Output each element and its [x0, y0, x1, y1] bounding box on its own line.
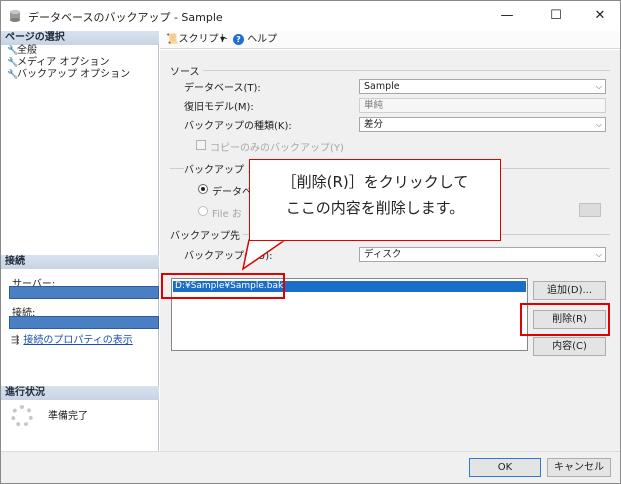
source-group-label: ソース: [170, 63, 203, 78]
cancel-button[interactable]: キャンセル: [547, 458, 611, 477]
backup-type-label: バックアップの種類(K):: [184, 121, 292, 132]
remove-button-highlight-box: [520, 303, 610, 336]
help-button[interactable]: ? ヘルプ: [233, 33, 277, 46]
database-radio[interactable]: [198, 184, 208, 194]
chevron-down-icon: ⌵: [595, 82, 602, 91]
backup-to-select[interactable]: ディスク ⌵: [359, 247, 606, 262]
callout-tail: [241, 239, 288, 271]
maximize-button[interactable]: ☐: [533, 1, 579, 31]
instruction-callout: ［削除(R)］をクリックして ここの内容を削除します。: [249, 159, 501, 241]
title-bar: データベースのバックアップ - Sample — ☐ ✕: [1, 1, 620, 31]
progress-header: 進行状況: [1, 386, 159, 400]
view-connection-properties-link[interactable]: ⇶ 接続のプロパティの表示: [11, 331, 133, 346]
wrench-icon: 🔧: [7, 58, 19, 68]
dialog-footer: OK キャンセル: [1, 451, 620, 483]
progress-spinner-icon: [11, 405, 33, 427]
help-icon: ?: [233, 34, 244, 45]
wrench-icon: 🔧: [7, 70, 19, 80]
chevron-down-icon: ⌵: [595, 120, 602, 129]
file-radio-label: File お: [212, 209, 242, 220]
database-radio-label: データベ: [212, 187, 252, 198]
close-button[interactable]: ✕: [577, 1, 620, 31]
page-general[interactable]: 🔧全般: [7, 45, 37, 57]
connection-value: [9, 316, 159, 329]
left-pane: ページの選択 🔧全般 🔧メディア オプション 🔧バックアップ オプション 接続 …: [1, 31, 159, 451]
script-icon: 📜: [166, 34, 179, 45]
server-value: [9, 286, 159, 299]
backup-type-select[interactable]: 差分 ⌵: [359, 117, 606, 132]
script-dropdown-arrow[interactable]: ▾: [220, 33, 225, 46]
wrench-icon: 🔧: [7, 46, 19, 56]
toolbar: 📜スクリプト ▾ ? ヘルプ: [160, 31, 620, 49]
general-page: ソース データベース(T): Sample ⌵ 復旧モデル(M): 単純 バック…: [160, 50, 620, 451]
database-select[interactable]: Sample ⌵: [359, 79, 606, 94]
recovery-model-field: 単純: [359, 98, 606, 113]
ok-button[interactable]: OK: [469, 458, 541, 477]
database-icon: [10, 10, 20, 22]
window-title: データベースのバックアップ - Sample: [28, 11, 223, 24]
callout-line-2: ここの内容を削除します。: [285, 199, 465, 217]
progress-status: 準備完了: [48, 411, 88, 422]
backup-database-dialog: データベースのバックアップ - Sample — ☐ ✕ ページの選択 🔧全般 …: [0, 0, 621, 484]
callout-line-1: ［削除(R)］をクリックして: [281, 173, 469, 191]
copy-only-checkbox[interactable]: [196, 140, 206, 150]
connection-plug-icon: ⇶: [11, 335, 20, 346]
select-page-header: ページの選択: [1, 31, 159, 45]
copy-only-label: コピーのみのバックアップ(Y): [210, 143, 344, 154]
database-label: データベース(T):: [184, 83, 261, 94]
contents-button[interactable]: 内容(C): [533, 337, 606, 356]
page-backup-options[interactable]: 🔧バックアップ オプション: [7, 69, 130, 81]
chevron-down-icon: ⌵: [595, 250, 602, 259]
destination-group-label: バックアップ先: [170, 227, 243, 242]
browse-files-button[interactable]: [579, 203, 601, 217]
file-radio[interactable]: [198, 206, 208, 216]
page-media-options[interactable]: 🔧メディア オプション: [7, 57, 109, 69]
source-group-line: [170, 70, 610, 71]
recovery-model-label: 復旧モデル(M):: [184, 102, 254, 113]
connection-header: 接続: [1, 255, 159, 269]
minimize-button[interactable]: —: [484, 1, 530, 31]
add-button[interactable]: 追加(D)...: [533, 281, 606, 300]
